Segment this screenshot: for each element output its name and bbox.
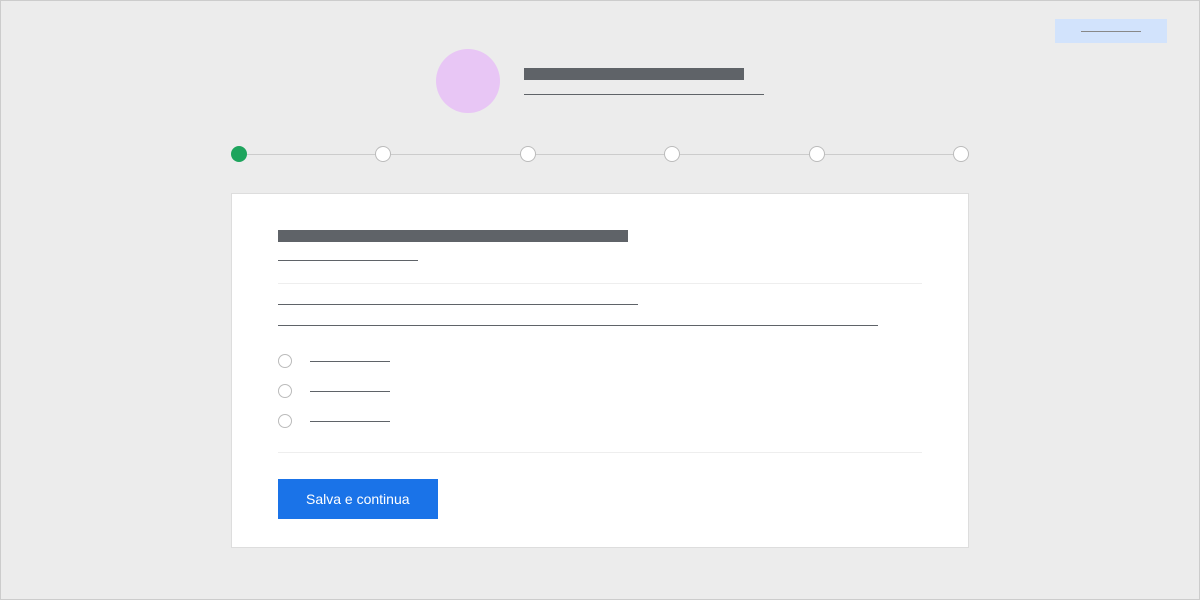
- step-connector: [247, 154, 375, 155]
- text-input[interactable]: [278, 325, 878, 326]
- step-connector: [825, 154, 953, 155]
- radio-label: [310, 361, 390, 362]
- page-header: [1, 49, 1199, 113]
- avatar: [436, 49, 500, 113]
- step-5[interactable]: [809, 146, 825, 162]
- page-subtitle: [524, 94, 764, 95]
- stepper: [231, 146, 969, 162]
- radio-icon: [278, 414, 292, 428]
- radio-option-2[interactable]: [278, 384, 922, 398]
- page-title: [524, 68, 744, 80]
- step-4[interactable]: [664, 146, 680, 162]
- step-6[interactable]: [953, 146, 969, 162]
- step-connector: [391, 154, 519, 155]
- badge-placeholder-line: [1081, 31, 1141, 32]
- card-subtitle: [278, 260, 418, 261]
- field-label: [278, 304, 638, 305]
- step-2[interactable]: [375, 146, 391, 162]
- card-title: [278, 230, 628, 242]
- step-connector: [680, 154, 808, 155]
- step-connector: [536, 154, 664, 155]
- step-1[interactable]: [231, 146, 247, 162]
- radio-label: [310, 421, 390, 422]
- radio-icon: [278, 354, 292, 368]
- divider: [278, 283, 922, 284]
- header-text: [524, 68, 764, 95]
- step-3[interactable]: [520, 146, 536, 162]
- radio-option-3[interactable]: [278, 414, 922, 428]
- radio-group: [278, 354, 922, 428]
- save-continue-button[interactable]: Salva e continua: [278, 479, 438, 519]
- divider: [278, 452, 922, 453]
- radio-icon: [278, 384, 292, 398]
- radio-label: [310, 391, 390, 392]
- radio-option-1[interactable]: [278, 354, 922, 368]
- top-badge[interactable]: [1055, 19, 1167, 43]
- form-card: Salva e continua: [231, 193, 969, 548]
